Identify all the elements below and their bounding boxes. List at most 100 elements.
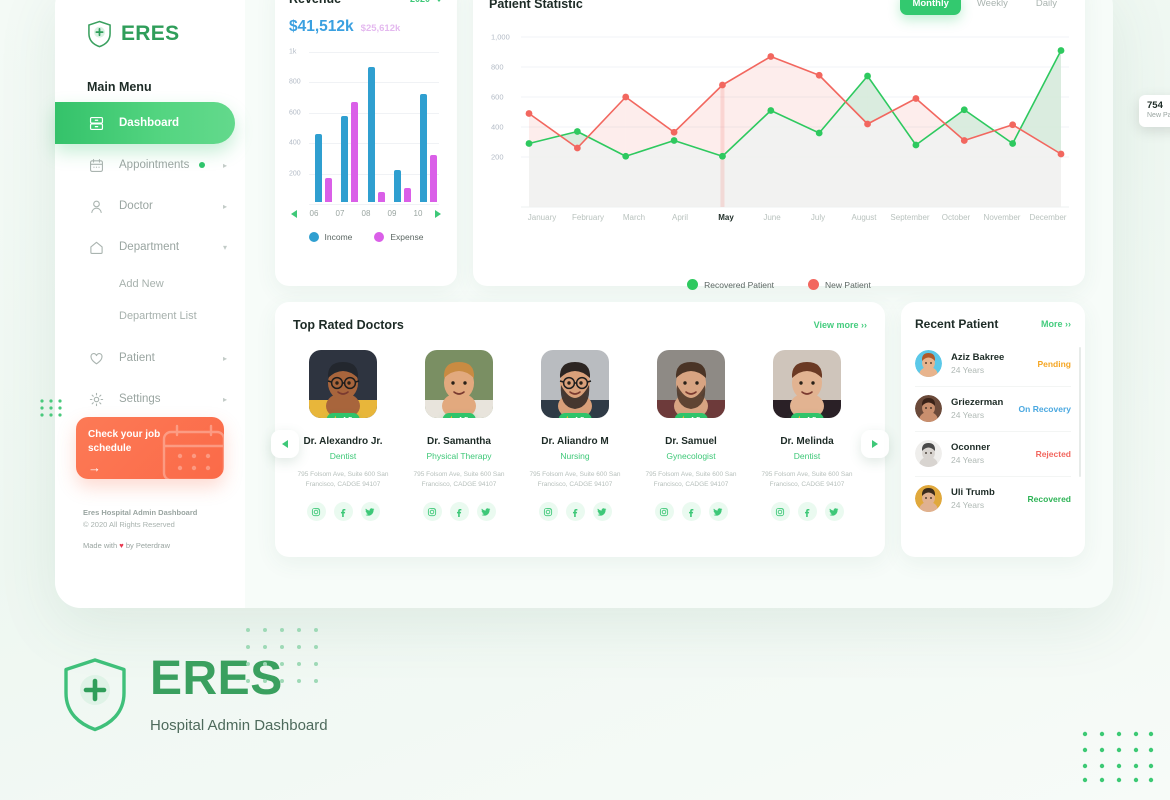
bar-income: [341, 116, 349, 202]
x-axis-tick: March: [622, 213, 646, 222]
doctor-card[interactable]: ★ 4.5 Dr. Aliandro M Nursing 795 Folsom …: [525, 350, 625, 522]
tab-weekly[interactable]: Weekly: [965, 0, 1020, 15]
tab-daily[interactable]: Daily: [1024, 0, 1069, 15]
sidebar-item-dashboard[interactable]: Dashboard: [55, 102, 235, 144]
x-axis-tick: January: [527, 213, 557, 222]
instagram-icon[interactable]: [306, 502, 326, 522]
doctors-next-button[interactable]: [861, 430, 889, 458]
instagram-icon[interactable]: [770, 502, 790, 522]
data-point[interactable]: [912, 95, 920, 102]
chevron-right-icon: ▸: [222, 160, 227, 170]
legend-swatch: [687, 279, 699, 290]
x-axis-tick: August: [851, 213, 877, 222]
twitter-icon[interactable]: [360, 502, 380, 522]
data-point[interactable]: [864, 72, 871, 80]
patient-age: 24 Years: [951, 455, 985, 465]
patient-row[interactable]: Oconner 24 Years Rejected: [901, 431, 1085, 476]
tab-monthly[interactable]: Monthly: [900, 0, 961, 15]
bar-group: [341, 101, 359, 202]
doctors-view-more-link[interactable]: View more ››: [814, 320, 867, 330]
revenue-year-selector[interactable]: 2020: [410, 0, 443, 4]
footer-credit: Made with ♥ by Peterdraw: [83, 541, 233, 550]
sidebar-item-label: Doctor: [119, 200, 153, 212]
doctor-rating-value: 4.5: [342, 415, 352, 418]
tooltip-value: 754: [1147, 100, 1163, 111]
sidebar-subitem-label: Add New: [119, 278, 164, 290]
data-point[interactable]: [815, 71, 823, 79]
sidebar-item-doctor[interactable]: Doctor ▸: [55, 186, 245, 226]
sidebar-item-settings[interactable]: Settings ▸: [55, 379, 245, 419]
job-schedule-promo-card[interactable]: Check your job schedule →: [76, 417, 224, 479]
doctor-rating-value: 4.5: [574, 415, 584, 418]
data-point[interactable]: [525, 110, 533, 117]
sidebar-item-patient[interactable]: Patient ▸: [55, 338, 245, 378]
data-point[interactable]: [573, 144, 581, 152]
doctor-specialty: Dentist: [329, 451, 357, 461]
data-point[interactable]: [912, 141, 920, 149]
doctors-prev-button[interactable]: [271, 430, 299, 458]
doctor-card[interactable]: ★ 4.5 Dr. Samantha Physical Therapy 795 …: [409, 350, 509, 522]
data-point[interactable]: [719, 152, 726, 160]
recent-patient-header: Recent Patient More ››: [901, 317, 1085, 331]
y-axis-tick: 1,000: [491, 32, 510, 42]
data-point[interactable]: [573, 128, 581, 135]
doctor-card[interactable]: ★ 4.5 Dr. Alexandro Jr. Dentist 795 Fols…: [293, 350, 393, 522]
x-axis-tick: July: [810, 213, 826, 222]
doctor-rating-badge: ★ 4.5: [442, 413, 476, 418]
twitter-icon[interactable]: [824, 502, 844, 522]
doctor-address: 795 Folsom Ave, Suite 600 San Francisco,…: [645, 471, 737, 489]
twitter-icon[interactable]: [592, 502, 612, 522]
data-point[interactable]: [1057, 47, 1065, 54]
data-point[interactable]: [960, 106, 968, 114]
sidebar-subitem-add-new[interactable]: Add New: [55, 268, 245, 300]
facebook-icon[interactable]: [333, 502, 353, 522]
patient-row[interactable]: Aziz Bakree 24 Years Pending: [901, 341, 1085, 386]
data-point[interactable]: [622, 152, 630, 160]
data-point[interactable]: [622, 93, 630, 101]
data-point[interactable]: [670, 137, 678, 144]
sidebar-item-appointments[interactable]: Appointments ▸: [55, 145, 245, 185]
sidebar-subitem-department-list[interactable]: Department List: [55, 300, 245, 332]
data-point[interactable]: [767, 107, 775, 114]
recent-patient-more-link[interactable]: More ››: [1041, 319, 1071, 329]
doctor-card[interactable]: ★ 4.5 Dr. Melinda Dentist 795 Folsom Ave…: [757, 350, 857, 522]
twitter-icon[interactable]: [476, 502, 496, 522]
data-point[interactable]: [815, 129, 823, 137]
bar-expense: [325, 178, 332, 202]
bottom-branding: ERES Hospital Admin Dashboard: [62, 628, 328, 734]
instagram-icon[interactable]: [538, 502, 558, 522]
doctor-card[interactable]: ★ 4.5 Dr. Samuel Gynecologist 795 Folsom…: [641, 350, 741, 522]
sidebar-item-department[interactable]: Department ▾: [55, 227, 245, 267]
facebook-icon[interactable]: [797, 502, 817, 522]
facebook-icon[interactable]: [565, 502, 585, 522]
legend-item-income: Income: [308, 232, 352, 242]
data-point[interactable]: [525, 140, 533, 147]
data-point[interactable]: [864, 120, 871, 128]
facebook-icon[interactable]: [681, 502, 701, 522]
brand-name: ERES: [121, 22, 180, 45]
legend-item-recovered: Recovered Patient: [687, 279, 774, 290]
data-point[interactable]: [1009, 121, 1017, 129]
instagram-icon[interactable]: [654, 502, 674, 522]
instagram-icon[interactable]: [422, 502, 442, 522]
patient-row[interactable]: Uli Trumb 24 Years Recovered: [901, 476, 1085, 521]
data-point[interactable]: [670, 128, 678, 136]
revenue-legend: Income Expense: [289, 232, 443, 242]
patient-line-chart: 1,000 800 600 400 200 January February March Ap…: [489, 31, 1170, 290]
revenue-title: Revenue: [289, 0, 341, 6]
data-point[interactable]: [1009, 140, 1017, 147]
patient-row[interactable]: Griezerman 24 Years On Recovery: [901, 386, 1085, 431]
line-chart-x-axis: January February March April May June July Augu…: [521, 213, 1069, 222]
data-point[interactable]: [1057, 150, 1065, 158]
chevron-right-icon: ▸: [222, 394, 227, 404]
data-point[interactable]: [767, 53, 775, 60]
facebook-icon[interactable]: [449, 502, 469, 522]
patient-age: 24 Years: [951, 410, 985, 420]
revenue-next-button[interactable]: [435, 209, 441, 218]
data-point[interactable]: [960, 137, 968, 144]
doctor-socials: [757, 502, 857, 522]
data-point[interactable]: [719, 81, 726, 89]
twitter-icon[interactable]: [708, 502, 728, 522]
recent-patient-card: Recent Patient More ›› Aziz Bakree 24 Ye…: [901, 302, 1085, 557]
y-axis-tick: 600: [289, 109, 301, 117]
